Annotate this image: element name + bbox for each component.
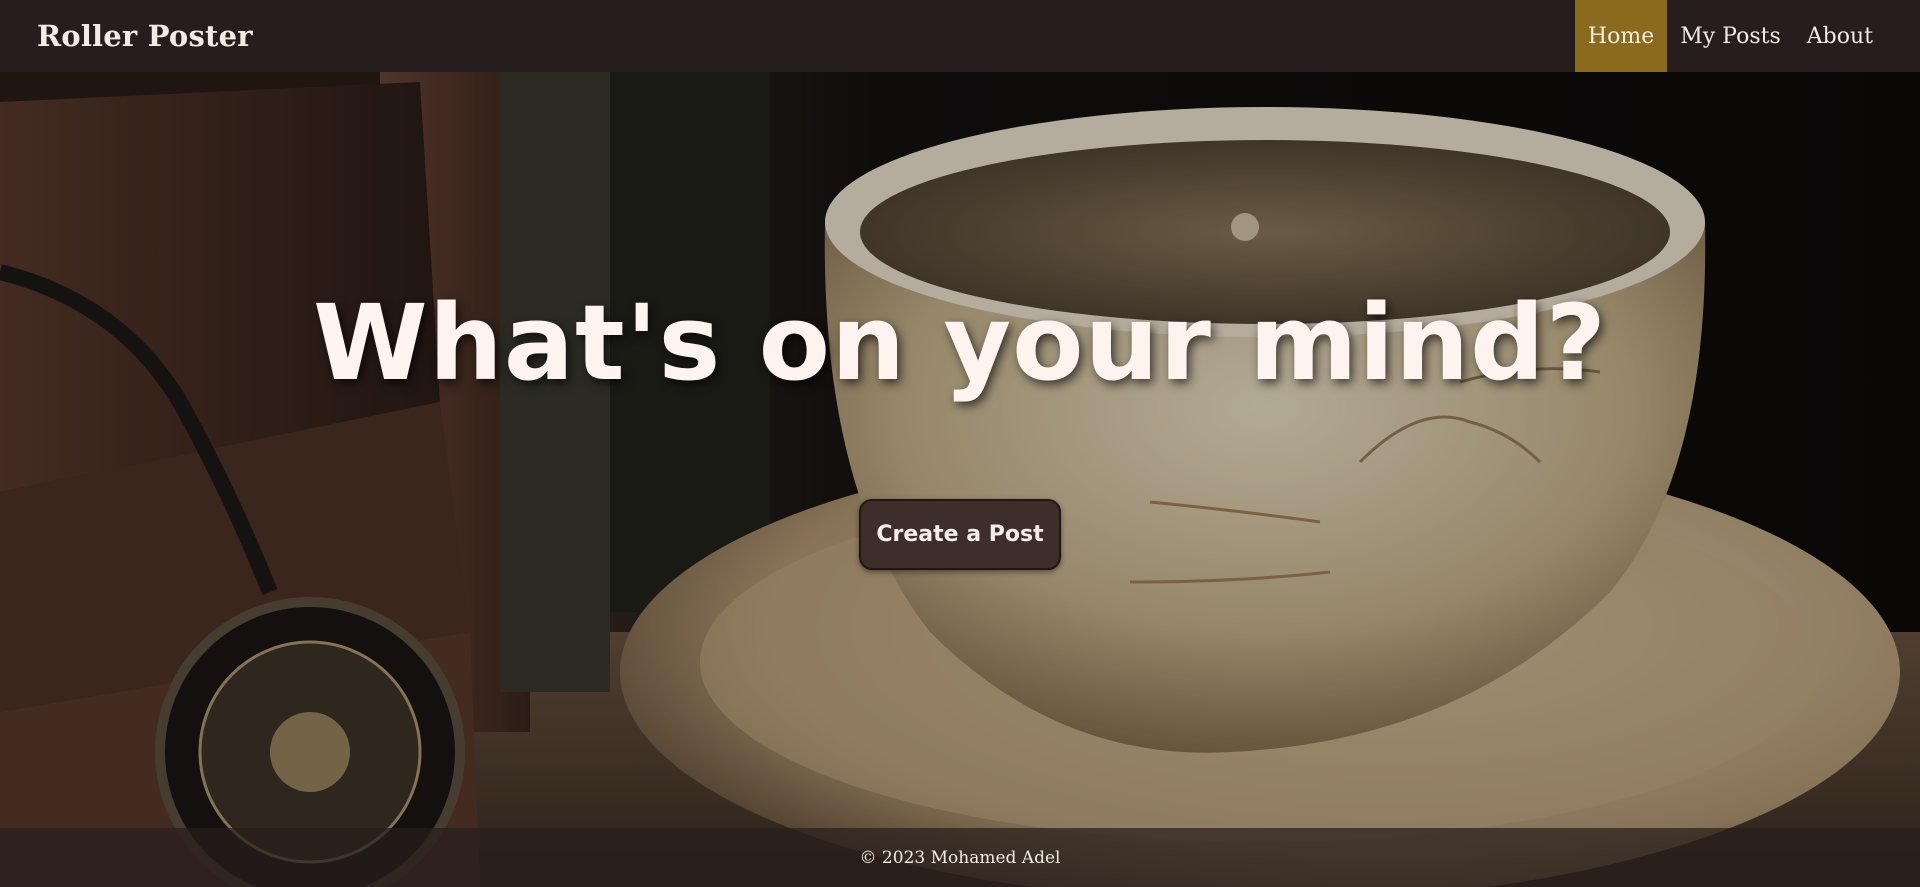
brand-logo[interactable]: Roller Poster	[37, 19, 253, 53]
page-footer: © 2023 Mohamed Adel	[0, 828, 1920, 887]
hero-section: What's on your mind? Create a Post	[0, 72, 1920, 887]
hero-background-image	[0, 72, 1920, 887]
top-navbar: Roller Poster Home My Posts About	[0, 0, 1920, 72]
nav-link-my-posts[interactable]: My Posts	[1667, 0, 1794, 72]
hero-title: What's on your mind?	[313, 282, 1607, 404]
create-post-button[interactable]: Create a Post	[859, 499, 1061, 570]
nav-link-home[interactable]: Home	[1574, 0, 1668, 72]
nav-link-about[interactable]: About	[1794, 0, 1886, 72]
footer-copyright: © 2023 Mohamed Adel	[859, 847, 1061, 868]
nav-links: Home My Posts About	[1574, 0, 1886, 72]
